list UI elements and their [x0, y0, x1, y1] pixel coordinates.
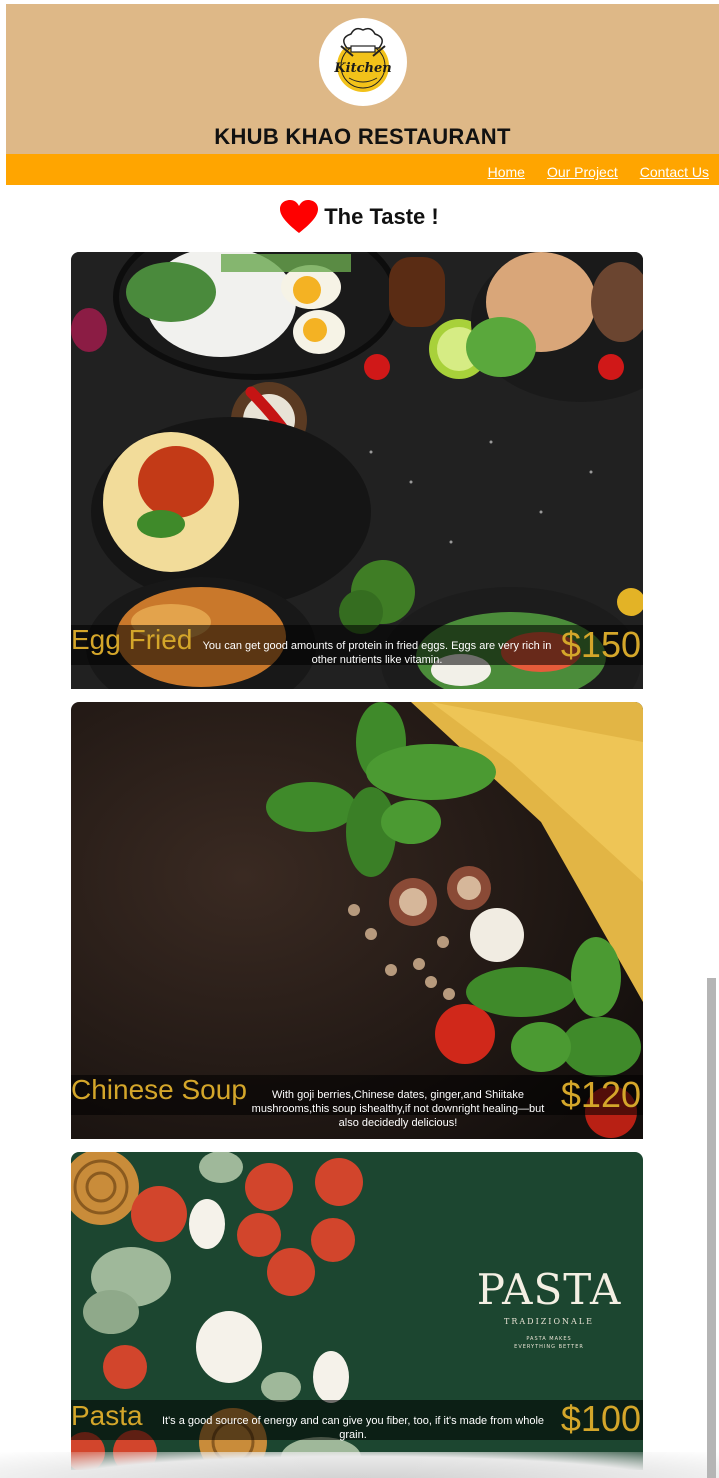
navbar: Home Our Project Contact Us [6, 154, 719, 185]
tagline: The Taste ! [0, 200, 719, 234]
pasta-tagline-line2: EVERYTHING BETTER [514, 1344, 584, 1350]
heart-icon [280, 200, 319, 233]
nav-links: Home Our Project Contact Us [488, 164, 709, 180]
dish-name: Pasta [71, 1400, 143, 1431]
logo-wordmark: Kitchen [333, 61, 391, 76]
menu-card-egg-fried[interactable]: Egg Fried You can get good amounts of pr… [71, 252, 643, 689]
nav-link-home[interactable]: Home [488, 164, 525, 180]
dish-description: You can get good amounts of protein in f… [202, 640, 552, 666]
chef-hat-logo-icon: Kitchen [333, 27, 392, 92]
dish-price: $120 [560, 1074, 641, 1115]
pasta-brand-text: PASTA [477, 1265, 622, 1314]
nav-link-contact-us[interactable]: Contact Us [640, 164, 709, 180]
tagline-text: The Taste ! [324, 204, 439, 229]
bottom-shadow [0, 1452, 719, 1478]
menu-card-pasta[interactable]: PASTA TRADIZIONALE PASTA MAKES EVERYTHIN… [71, 1152, 643, 1470]
site-title: KHUB KHAO RESTAURANT [214, 124, 511, 149]
nav-link-our-project[interactable]: Our Project [547, 164, 618, 180]
site-header: Kitchen KHUB KHAO RESTAURANT [6, 4, 719, 154]
menu-card-chinese-soup[interactable]: Chinese Soup With goji berries,Chinese d… [71, 702, 643, 1139]
dish-name: Egg Fried [71, 624, 193, 655]
dish-description: With goji berries,Chinese dates, ginger,… [251, 1089, 545, 1129]
dish-price: $150 [560, 624, 641, 665]
page: Kitchen KHUB KHAO RESTAURANT Home Our Pr… [0, 0, 719, 1478]
dish-description: It's a good source of energy and can giv… [161, 1415, 545, 1441]
vertical-scrollbar[interactable] [707, 978, 716, 1478]
dish-price: $100 [560, 1398, 641, 1439]
pasta-subtitle-text: TRADIZIONALE [504, 1317, 594, 1326]
pasta-tagline-line1: PASTA MAKES [526, 1336, 571, 1342]
restaurant-logo[interactable]: Kitchen [319, 18, 407, 106]
dish-name: Chinese Soup [71, 1074, 247, 1105]
